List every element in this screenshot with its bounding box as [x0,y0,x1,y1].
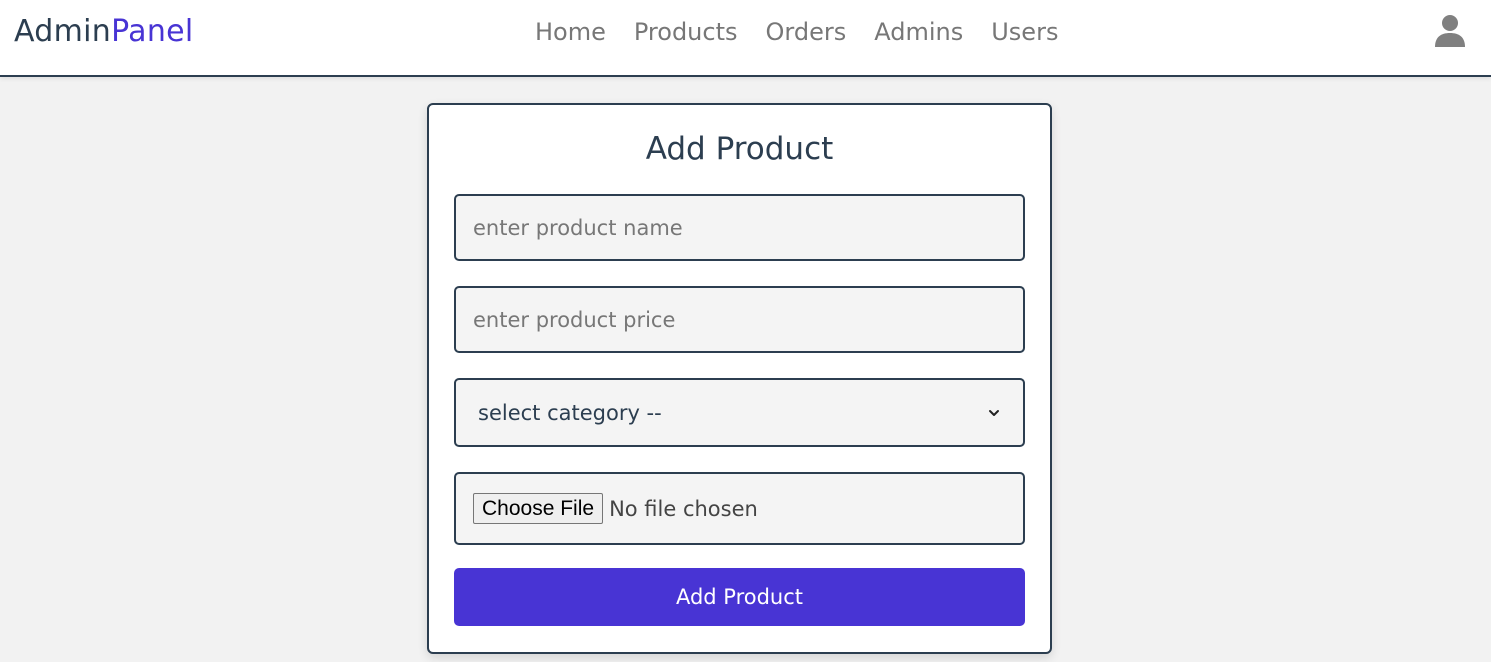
product-name-input[interactable] [454,194,1025,261]
chevron-down-icon [989,409,999,416]
nav-link-users[interactable]: Users [991,17,1058,47]
user-menu-button[interactable] [1434,14,1466,48]
form-title: Add Product [645,131,834,167]
user-icon [1435,15,1465,47]
product-price-input[interactable] [454,286,1025,353]
product-image-file-input: Choose File No file chosen [454,472,1025,545]
choose-file-button[interactable]: Choose File [473,493,604,524]
logo-main-text: Admin [14,14,112,49]
logo-accent-text: Panel [111,14,194,49]
nav-link-admins[interactable]: Admins [874,17,963,47]
file-status-text: No file chosen [609,496,758,521]
logo[interactable]: AdminPanel [14,14,194,49]
add-product-form: Add Product select category -- Choose Fi… [427,103,1052,654]
category-select[interactable]: select category -- [454,378,1025,447]
add-product-button[interactable]: Add Product [454,568,1025,626]
nav-link-orders[interactable]: Orders [766,17,847,47]
nav-link-home[interactable]: Home [535,17,606,47]
category-select-value: select category -- [478,400,662,425]
nav-link-products[interactable]: Products [634,17,738,47]
top-navbar: AdminPanel Home Products Orders Admins U… [0,0,1491,77]
main-nav: Home Products Orders Admins Users [535,17,1058,47]
